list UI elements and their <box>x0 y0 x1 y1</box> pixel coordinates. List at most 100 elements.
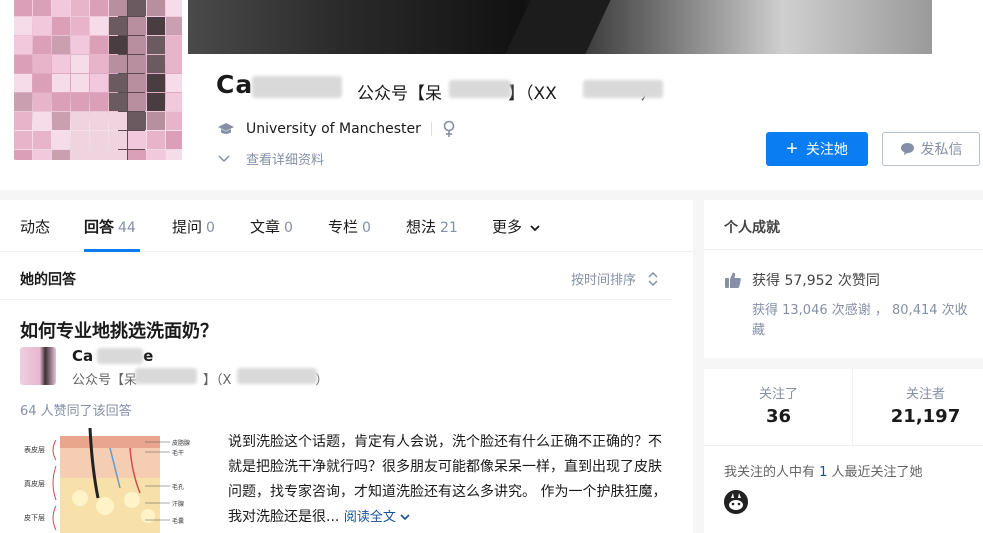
avatar-pixel <box>14 74 32 92</box>
avatar-pixel <box>109 74 127 92</box>
avatar-pixel <box>52 150 70 160</box>
avatar-pixel <box>166 150 182 160</box>
avatar-pixel <box>109 93 127 111</box>
avatar-pixel <box>14 36 32 54</box>
avatar-pixel <box>147 112 165 130</box>
vote-count: 64 人赞同了该回答 <box>20 404 132 419</box>
avatar-pixel <box>166 17 182 35</box>
tab-columns[interactable]: 专栏 0 <box>328 216 371 237</box>
avatar-pixel <box>14 93 32 111</box>
avatar-pixel <box>109 17 127 35</box>
sort-arrows-icon <box>648 271 658 286</box>
thanks-favorites-stat: 获得 13,046 次感谢 ， 80,414 次收藏 <box>752 303 968 338</box>
avatar-pixel <box>33 36 51 54</box>
avatar-pixel <box>14 17 32 35</box>
followers-stat[interactable]: 关注者 21,197 <box>856 383 983 427</box>
achievements-title: 个人成就 <box>724 220 780 236</box>
tab-thoughts[interactable]: 想法 21 <box>406 216 458 237</box>
send-message-button[interactable]: 发私信 <box>882 132 980 166</box>
avatar-pixel <box>14 150 32 160</box>
avatar-pixel <box>71 93 89 111</box>
avatar-pixel <box>71 131 89 149</box>
avatar-pixel <box>166 112 182 130</box>
headline-redaction <box>583 80 663 98</box>
avatar-pixel <box>109 36 127 54</box>
question-title[interactable]: 如何专业地挑选洗面奶？ <box>20 317 218 343</box>
avatar-pixel <box>147 150 165 160</box>
section-title: 她的回答 <box>20 272 76 288</box>
avatar-pixel <box>166 0 182 16</box>
avatar-pixel <box>71 55 89 73</box>
avatar-pixel <box>166 131 182 149</box>
profile-header: Ca 公众号【呆】（XX） University of Manchester 查… <box>0 0 983 190</box>
main-content: 动态 回答 44 提问 0 文章 0 专栏 0 想法 21 更多 她的回答 按时间排序 如… <box>0 200 693 533</box>
avatar-pixel <box>166 36 182 54</box>
avatar-pixel <box>128 36 146 54</box>
avatar-pixel <box>90 55 108 73</box>
avatar-pixel <box>147 93 165 111</box>
diagram-label: 毛干 <box>172 449 184 457</box>
avatar-pixel <box>33 17 51 35</box>
chat-bubble-icon <box>900 143 914 155</box>
follow-stats-card: 关注了 36 关注者 21,197 我关注的人中有 1 人最近关注了她 <box>704 369 983 533</box>
avatar-pixel <box>128 0 146 16</box>
diagram-label: 真皮层 <box>24 479 45 488</box>
follow-button[interactable]: + 关注她 <box>766 132 868 166</box>
avatar-pixel <box>71 150 89 160</box>
avatar-pixel <box>166 55 182 73</box>
mutual-follow-text: 我关注的人中有 1 人最近关注了她 <box>724 465 923 480</box>
mutual-follower-avatar[interactable] <box>724 490 748 514</box>
avatar-pixel <box>52 55 70 73</box>
chevron-down-icon <box>218 154 230 162</box>
avatar-pixel <box>90 112 108 130</box>
avatar-pixel <box>14 55 32 73</box>
avatar-pixel <box>52 112 70 130</box>
diagram-label: 毛囊 <box>172 517 184 525</box>
avatar-pixel <box>147 36 165 54</box>
avatar-pixel <box>71 74 89 92</box>
chevron-down-icon <box>530 225 540 232</box>
thumbs-up-icon <box>725 272 741 288</box>
name-redaction <box>252 76 342 98</box>
avatar-pixel <box>147 17 165 35</box>
avatar-pixel <box>52 17 70 35</box>
following-stat[interactable]: 关注了 36 <box>709 383 848 427</box>
profile-name: Ca <box>216 70 254 99</box>
tab-more[interactable]: 更多 <box>492 216 540 237</box>
answer-excerpt[interactable]: 说到洗脸这个话题，肯定有人会说，洗个脸还有什么正确不正确的？不就是把脸洗干净就行… <box>228 430 670 530</box>
headline-redaction <box>449 80 511 98</box>
avatar-pixel <box>52 74 70 92</box>
avatar-pixel <box>71 17 89 35</box>
sort-toggle[interactable]: 按时间排序 <box>571 269 658 288</box>
likes-stat: 获得 57,952 次赞同 <box>724 270 880 290</box>
female-icon <box>443 120 455 137</box>
avatar-pixel <box>71 112 89 130</box>
avatar-pixel <box>128 74 146 92</box>
diagram-label: 皮脂腺 <box>172 439 190 447</box>
avatar-pixel <box>33 93 51 111</box>
profile-tabs: 动态 回答 44 提问 0 文章 0 专栏 0 想法 21 更多 <box>0 200 693 252</box>
avatar-pixel <box>166 74 182 92</box>
graduation-cap-icon <box>218 123 234 134</box>
answer-thumbnail[interactable]: 表皮层 真皮层 皮下层 皮脂腺 毛干 毛孔 汗腺 毛囊 <box>20 428 210 533</box>
tab-articles[interactable]: 文章 0 <box>250 216 293 237</box>
tab-activities[interactable]: 动态 <box>20 216 50 237</box>
profile-avatar[interactable] <box>10 0 186 164</box>
avatar-pixel <box>128 17 146 35</box>
avatar-pixel <box>109 131 127 149</box>
author-avatar[interactable] <box>20 347 56 385</box>
avatar-pixel <box>128 93 146 111</box>
avatar-pixel <box>147 0 165 16</box>
avatar-pixel <box>33 74 51 92</box>
diagram-label: 皮下层 <box>24 513 45 522</box>
tab-answers[interactable]: 回答 44 <box>84 216 136 237</box>
name-redaction <box>97 348 143 364</box>
skin-diagram-image: 表皮层 真皮层 皮下层 皮脂腺 毛干 毛孔 汗腺 毛囊 <box>24 428 190 533</box>
avatar-pixel <box>33 131 51 149</box>
tab-questions[interactable]: 提问 0 <box>172 216 215 237</box>
avatar-pixel <box>52 131 70 149</box>
avatar-pixel <box>128 112 146 130</box>
avatar-pixel <box>147 131 165 149</box>
view-details-link[interactable]: 查看详细资料 <box>218 149 324 168</box>
read-more-link[interactable]: 阅读全文 <box>344 510 410 525</box>
